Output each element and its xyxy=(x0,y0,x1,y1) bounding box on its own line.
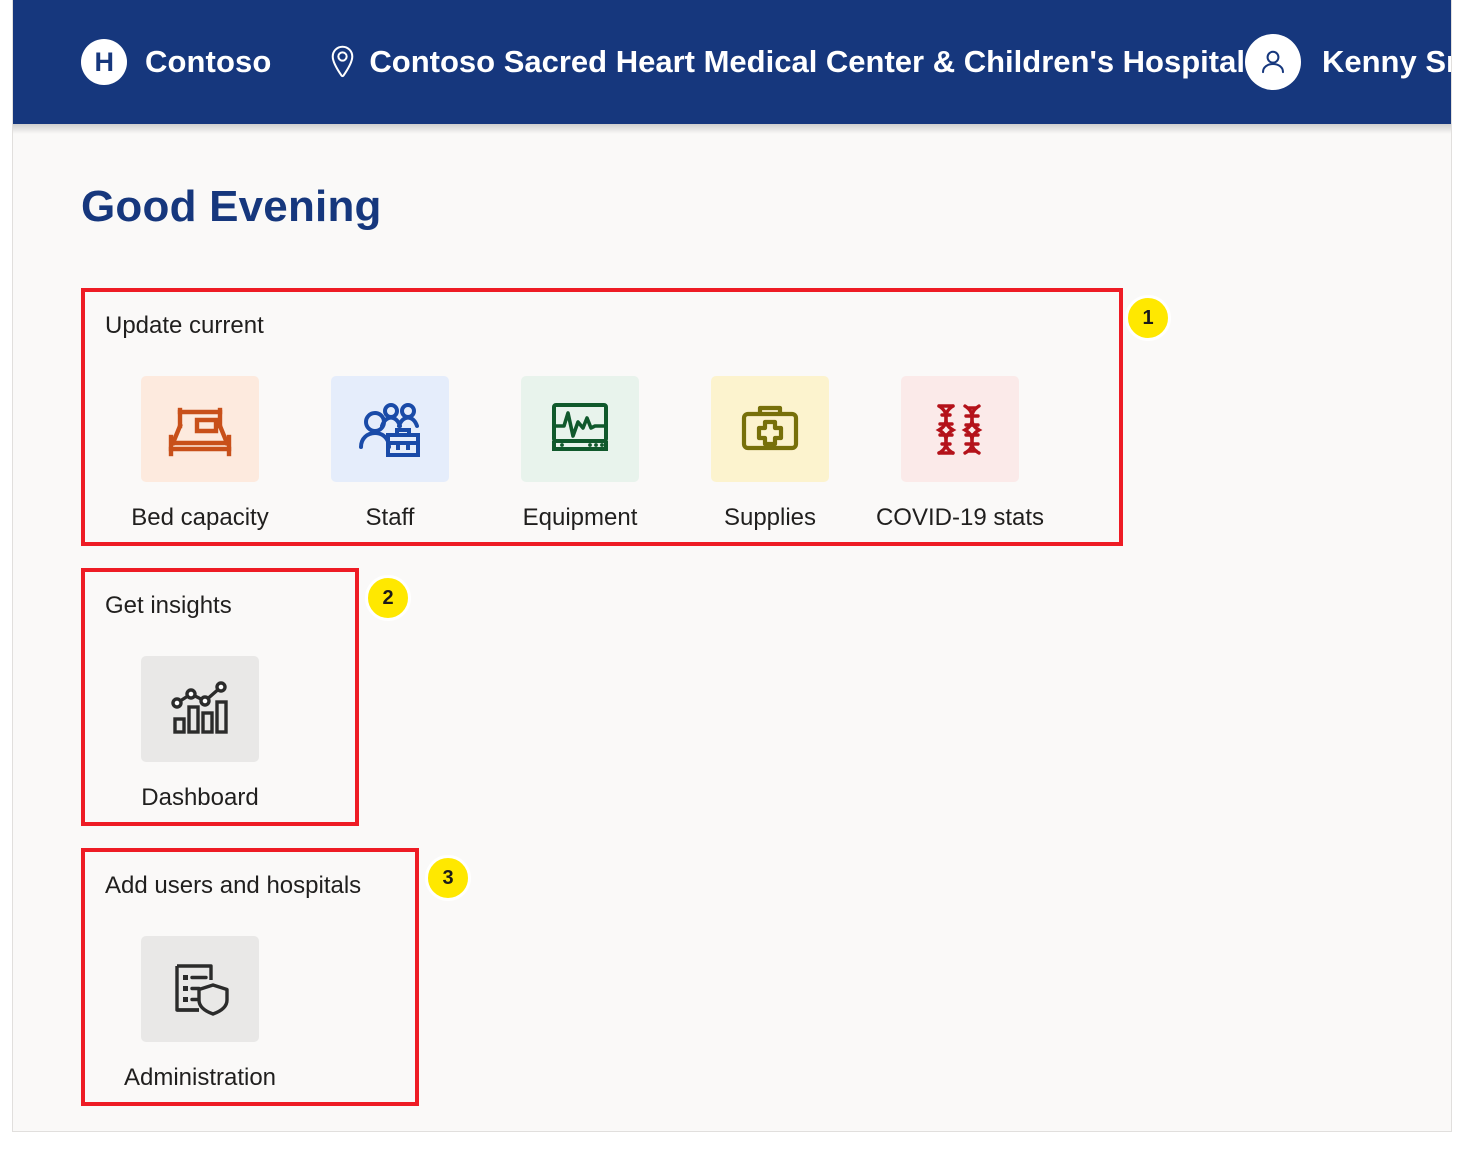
location-pin-icon xyxy=(329,45,356,79)
dna-icon xyxy=(935,404,983,455)
supplies-tile-icon xyxy=(711,376,829,482)
tile-label-covid-19-stats: COVID-19 stats xyxy=(875,504,1045,531)
callout-badge-2: 2 xyxy=(365,575,411,621)
user-name: Kenny Smith xyxy=(1321,44,1451,79)
dashboard-tile-icon xyxy=(141,656,259,762)
contoso-logo-icon: H xyxy=(81,39,127,85)
tile-row-update-current: Bed capacity Staff Equipment Supplies CO… xyxy=(105,340,1119,542)
bed-capacity-tile-icon xyxy=(141,376,259,482)
section-update-current: Update current Bed capacity Staff Equipm… xyxy=(81,288,1171,546)
tile-supplies[interactable]: Supplies xyxy=(675,340,865,542)
staff-tile-icon xyxy=(331,376,449,482)
list-shield-icon xyxy=(175,964,229,1016)
monitor-icon xyxy=(552,403,608,451)
facility-name: Contoso Sacred Heart Medical Center & Ch… xyxy=(369,44,1245,79)
tile-equipment[interactable]: Equipment xyxy=(485,340,675,542)
tile-label-administration: Administration xyxy=(123,1064,277,1091)
covid-stats-tile-icon xyxy=(901,376,1019,482)
section-add-users-and-hospitals: Add users and hospitals Administration 3 xyxy=(81,848,471,1106)
tile-row-get-insights: Dashboard xyxy=(105,620,355,822)
chart-icon xyxy=(171,681,228,734)
person-icon xyxy=(1261,50,1284,74)
tile-covid-19-stats[interactable]: COVID-19 stats xyxy=(865,340,1055,542)
application-window: H Contoso Contoso Sacred Heart Medical C… xyxy=(12,0,1452,1132)
section-title-add-users-and-hospitals: Add users and hospitals xyxy=(105,872,362,899)
brand-block[interactable]: H Contoso xyxy=(81,39,271,85)
equipment-tile-icon xyxy=(521,376,639,482)
logo-letter: H xyxy=(94,46,115,77)
administration-tile-icon xyxy=(141,936,259,1042)
app-header: H Contoso Contoso Sacred Heart Medical C… xyxy=(13,0,1451,124)
callout-badge-1: 1 xyxy=(1125,295,1171,341)
section-get-insights: Get insights Dashboard 2 xyxy=(81,568,411,826)
brand-name: Contoso xyxy=(145,44,272,79)
facility-block[interactable]: Contoso Sacred Heart Medical Center & Ch… xyxy=(329,44,1245,80)
tile-label-staff: Staff xyxy=(365,504,415,531)
bed-icon xyxy=(168,407,232,457)
avatar xyxy=(1244,34,1301,90)
first-aid-icon xyxy=(741,405,799,451)
tile-row-administration: Administration xyxy=(105,900,415,1102)
page-title: Good Evening xyxy=(81,182,382,231)
tile-staff[interactable]: Staff xyxy=(295,340,485,542)
section-title-update-current: Update current xyxy=(105,312,264,339)
tile-label-bed-capacity: Bed capacity xyxy=(131,504,269,531)
section-title-get-insights: Get insights xyxy=(105,592,232,619)
main-content: Good Evening Update current Bed capacity… xyxy=(13,124,1451,1131)
tile-label-dashboard: Dashboard xyxy=(141,784,259,811)
tile-dashboard[interactable]: Dashboard xyxy=(105,620,295,822)
user-menu[interactable]: Kenny Smith xyxy=(1244,34,1451,90)
tile-label-supplies: Supplies xyxy=(723,504,817,531)
people-icon xyxy=(359,403,420,457)
callout-badge-3: 3 xyxy=(425,855,471,901)
tile-label-equipment: Equipment xyxy=(522,504,638,531)
tile-administration[interactable]: Administration xyxy=(105,900,295,1102)
tile-bed-capacity[interactable]: Bed capacity xyxy=(105,340,295,542)
